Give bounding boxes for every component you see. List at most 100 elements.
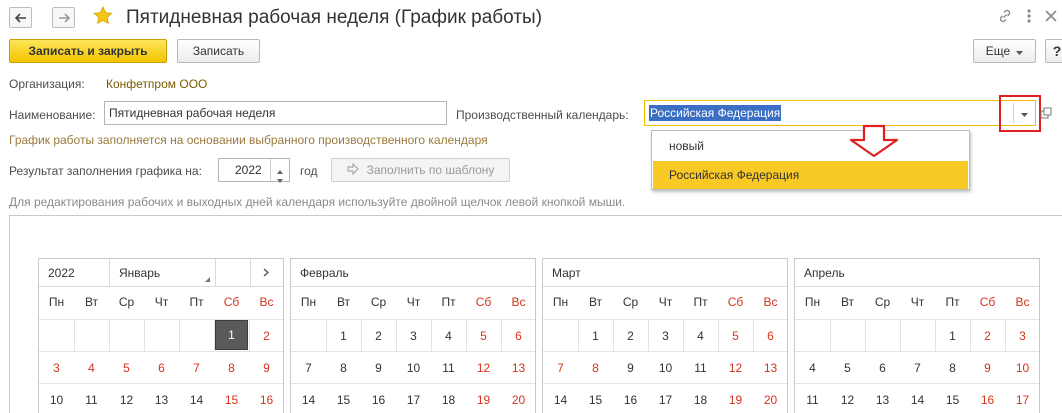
calendar-day[interactable]: 9 (970, 352, 1005, 383)
calendar-day[interactable]: 5 (830, 352, 865, 383)
calendar-day[interactable]: 17 (1005, 384, 1040, 413)
calendar-day[interactable]: 12 (109, 384, 144, 413)
calendar-day[interactable]: 19 (466, 384, 501, 413)
calendar-day[interactable]: 10 (1005, 352, 1040, 383)
weekday-header: Пт (441, 295, 456, 309)
calendar-input[interactable]: Российская Федерация (644, 100, 1036, 126)
help-button[interactable]: ? (1045, 39, 1062, 63)
calendar-day[interactable]: 10 (39, 384, 74, 413)
calendar-day[interactable]: 14 (291, 384, 326, 413)
calendar-day[interactable]: 12 (718, 352, 753, 383)
calendar-day[interactable]: 9 (249, 352, 284, 383)
dropdown-option-new[interactable]: новый (653, 132, 968, 160)
link-button[interactable] (996, 8, 1014, 26)
favorite-button[interactable] (93, 6, 113, 26)
calendar-day[interactable]: 1 (578, 320, 613, 351)
dropdown-option-russian-federation[interactable]: Российская Федерация (653, 161, 968, 189)
more-actions-button[interactable] (1020, 8, 1038, 26)
name-input[interactable]: Пятидневная рабочая неделя (104, 101, 447, 125)
calendar-day[interactable]: 10 (648, 352, 683, 383)
calendar-day[interactable]: 11 (431, 352, 466, 383)
calendar-day[interactable]: 15 (935, 384, 970, 413)
calendar-day[interactable]: 12 (830, 384, 865, 413)
calendar-day[interactable]: 14 (179, 384, 214, 413)
calendar-day[interactable]: 7 (900, 352, 935, 383)
calendar-day[interactable]: 7 (291, 352, 326, 383)
calendar-day[interactable]: 9 (361, 352, 396, 383)
calendar-day[interactable]: 4 (431, 320, 466, 351)
calendar-day[interactable]: 12 (466, 352, 501, 383)
calendar-day[interactable]: 6 (144, 352, 179, 383)
calendar-day[interactable]: 8 (578, 352, 613, 383)
save-and-close-button[interactable]: Записать и закрыть (9, 39, 167, 63)
calendar-day[interactable]: 1 (215, 320, 248, 350)
calendar-day[interactable]: 7 (543, 352, 578, 383)
next-month-button[interactable] (263, 259, 270, 287)
calendar-day[interactable]: 13 (144, 384, 179, 413)
month-name[interactable]: Февраль (300, 259, 349, 287)
calendar-day[interactable]: 14 (900, 384, 935, 413)
calendar-day[interactable]: 3 (396, 320, 431, 351)
calendar-day[interactable]: 3 (1005, 320, 1040, 351)
calendar-day[interactable]: 16 (613, 384, 648, 413)
calendar-day[interactable]: 13 (501, 352, 536, 383)
close-button[interactable] (1042, 8, 1060, 26)
calendar-day[interactable]: 5 (466, 320, 501, 351)
fill-by-template-button[interactable]: Заполнить по шаблону (331, 158, 510, 182)
calendar-day[interactable]: 3 (39, 352, 74, 383)
calendar-day[interactable]: 11 (74, 384, 109, 413)
forward-button[interactable] (52, 7, 75, 28)
calendar-day[interactable]: 20 (753, 384, 788, 413)
calendar-day[interactable]: 13 (753, 352, 788, 383)
save-button[interactable]: Записать (177, 39, 260, 63)
calendar-day[interactable]: 17 (648, 384, 683, 413)
month-name[interactable]: Март (552, 259, 581, 287)
calendar-day[interactable]: 15 (214, 384, 249, 413)
calendar-day[interactable]: 20 (501, 384, 536, 413)
calendar-day[interactable]: 15 (326, 384, 361, 413)
calendar-day[interactable]: 9 (613, 352, 648, 383)
calendar-day[interactable]: 5 (718, 320, 753, 351)
calendar-day[interactable]: 2 (613, 320, 648, 351)
calendar-day[interactable]: 1 (326, 320, 361, 351)
calendar-day[interactable]: 8 (935, 352, 970, 383)
name-label: Наименование: (9, 108, 96, 122)
calendar-day[interactable]: 13 (865, 384, 900, 413)
calendar-day[interactable]: 7 (179, 352, 214, 383)
calendar-day[interactable]: 19 (718, 384, 753, 413)
calendar-day[interactable]: 4 (74, 352, 109, 383)
calendar-day[interactable]: 1 (935, 320, 970, 351)
month-name[interactable]: Апрель (804, 259, 845, 287)
calendar-day[interactable]: 14 (543, 384, 578, 413)
calendar-day[interactable]: 4 (795, 352, 830, 383)
calendar-day[interactable]: 18 (431, 384, 466, 413)
year-spinner[interactable] (270, 159, 289, 183)
calendar-day[interactable]: 8 (214, 352, 249, 383)
calendar-day[interactable]: 2 (970, 320, 1005, 351)
calendar-day[interactable]: 6 (865, 352, 900, 383)
calendar-day[interactable]: 6 (753, 320, 788, 351)
calendar-day[interactable]: 6 (501, 320, 536, 351)
calendar-day[interactable]: 16 (970, 384, 1005, 413)
open-calendar-button[interactable] (1040, 107, 1054, 121)
calendar-day[interactable]: 2 (361, 320, 396, 351)
calendar-day[interactable]: 17 (396, 384, 431, 413)
more-button[interactable]: Еще (973, 39, 1036, 63)
calendar-empty-cell (144, 320, 179, 351)
calendar-day[interactable]: 3 (648, 320, 683, 351)
calendar-day[interactable]: 2 (249, 320, 284, 351)
calendar-day[interactable]: 11 (683, 352, 718, 383)
year-header[interactable]: 2022 (48, 259, 75, 287)
calendar-day[interactable]: 16 (361, 384, 396, 413)
calendar-day[interactable]: 10 (396, 352, 431, 383)
month-name[interactable]: Январь (119, 259, 160, 287)
calendar-day[interactable]: 18 (683, 384, 718, 413)
calendar-day[interactable]: 16 (249, 384, 284, 413)
back-button[interactable] (9, 7, 32, 28)
calendar-day[interactable]: 5 (109, 352, 144, 383)
calendar-day[interactable]: 11 (795, 384, 830, 413)
calendar-day[interactable]: 8 (326, 352, 361, 383)
calendar-day[interactable]: 4 (683, 320, 718, 351)
calendar-day[interactable]: 15 (578, 384, 613, 413)
organization-link[interactable]: Конфетпром ООО (106, 77, 207, 91)
